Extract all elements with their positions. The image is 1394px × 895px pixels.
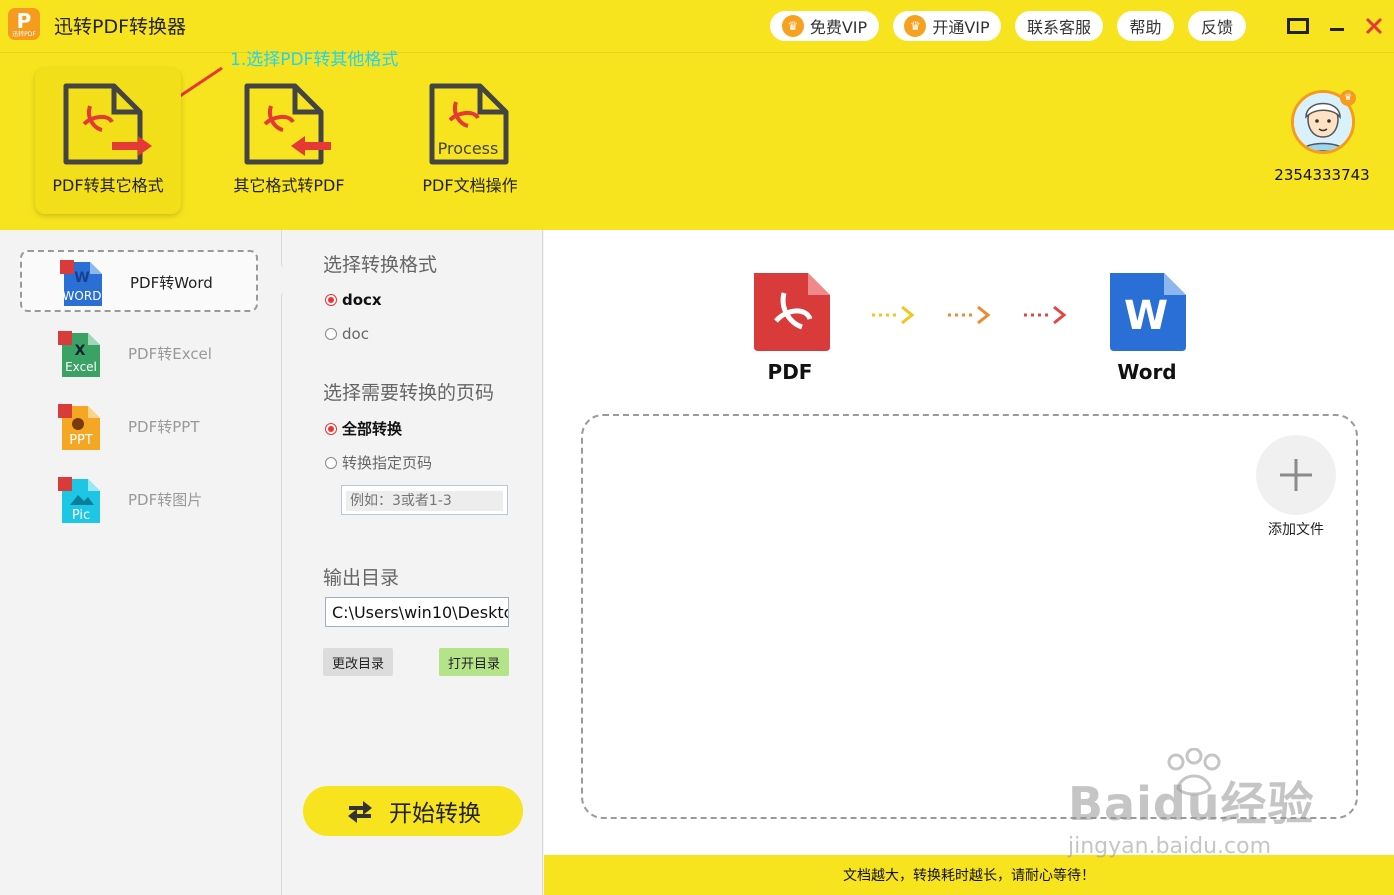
radio-label: 转换指定页码 (342, 454, 433, 472)
radio-label: doc (342, 325, 369, 343)
excel-file-icon: X Excel (58, 331, 100, 377)
radio-dot (325, 456, 337, 469)
process-icon-text: Process (438, 139, 499, 158)
pdf-file-icon (754, 273, 830, 351)
watermark-url: jingyan.baidu.com (1068, 834, 1272, 859)
output-path-field (325, 597, 509, 627)
radio-specific-pages[interactable]: 转换指定页码 (325, 452, 432, 473)
crown-icon: ♛ (904, 15, 927, 37)
crown-icon: ♛ (781, 15, 804, 37)
other-to-pdf-icon (244, 83, 331, 165)
sidebar-item-pdf-to-ppt[interactable]: PPT PDF转PPT (20, 396, 258, 458)
output-section-title: 输出目录 (323, 567, 400, 589)
tool-label: PDF转其它格式 (52, 176, 164, 195)
radio-dot (325, 294, 337, 306)
start-convert-button[interactable]: 开始转换 (303, 786, 523, 836)
sidebar-item-pdf-to-excel[interactable]: X Excel PDF转Excel (20, 323, 258, 385)
radio-doc[interactable]: doc (325, 325, 369, 343)
options-panel: 选择转换格式 docx doc 选择需要转换的页码 全部转换 转换指定页码 输出… (283, 230, 543, 895)
app-title: 迅转PDF转换器 (54, 16, 187, 38)
maximize-icon (1287, 18, 1309, 34)
start-convert-label: 开始转换 (389, 801, 481, 827)
feedback-button[interactable]: 反馈 (1188, 11, 1246, 41)
tool-label: 其它格式转PDF (233, 176, 345, 195)
tool-other-to-pdf[interactable]: 其它格式转PDF (216, 68, 362, 214)
pages-section-title: 选择需要转换的页码 (323, 382, 495, 404)
sidebar-item-label: PDF转Excel (128, 345, 212, 363)
page-range-field (341, 485, 508, 515)
change-directory-button[interactable]: 更改目录 (323, 648, 393, 676)
free-vip-button[interactable]: ♛ 免费VIP (770, 11, 879, 41)
help-button[interactable]: 帮助 (1117, 11, 1174, 41)
ppt-icon-text: PPT (69, 433, 93, 448)
ppt-file-icon: PPT (58, 404, 100, 450)
logo-caption: 迅转PDF (12, 31, 36, 38)
tool-pdf-to-other[interactable]: PDF转其它格式 (35, 68, 181, 214)
page-range-input[interactable] (346, 491, 503, 511)
title-divider (0, 52, 1394, 53)
word-icon-text: WORD (63, 289, 102, 303)
format-section-title: 选择转换格式 (323, 254, 438, 276)
arrow-right-icon (1024, 305, 1067, 325)
word-doc-icon: W (1110, 273, 1186, 351)
sidebar-item-label: PDF转PPT (128, 418, 200, 436)
word-file-icon: W WORD (60, 260, 102, 306)
open-vip-label: 开通VIP (932, 18, 990, 37)
open-directory-button[interactable]: 打开目录 (439, 648, 509, 676)
radio-label: docx (342, 291, 382, 309)
support-button[interactable]: 联系客服 (1015, 11, 1103, 41)
radio-dot (325, 422, 337, 435)
sidebar-item-label: PDF转图片 (128, 491, 203, 509)
radio-docx[interactable]: docx (325, 291, 382, 309)
target-format-label: Word (1117, 360, 1177, 384)
radio-label: 全部转换 (342, 420, 403, 438)
close-icon (1365, 17, 1383, 35)
tutorial-annotation: 1.选择PDF转其他格式 (230, 50, 399, 70)
sidebar-item-label: PDF转Word (130, 274, 213, 292)
add-file-label: 添加文件 (1268, 522, 1324, 538)
tool-pdf-operations[interactable]: Process PDF文档操作 (397, 68, 543, 214)
close-button[interactable] (1362, 14, 1386, 38)
radio-dot (325, 328, 337, 340)
open-vip-button[interactable]: ♛ 开通VIP (893, 11, 1001, 41)
arrow-right-icon (872, 305, 915, 325)
free-vip-label: 免费VIP (809, 18, 868, 37)
watermark: Baidu经验 jingyan.baidu.com (1068, 748, 1328, 868)
arrow-right-icon (948, 305, 991, 325)
watermark-text: Baidu经验 (1068, 777, 1315, 831)
maximize-button[interactable] (1286, 14, 1310, 38)
sidebar-item-pdf-to-word[interactable]: W WORD PDF转Word (20, 250, 258, 312)
pic-icon-text: Pic (72, 508, 90, 523)
minimize-button[interactable] (1325, 14, 1349, 38)
process-icon: Process (429, 83, 509, 165)
excel-icon-text: Excel (65, 360, 97, 374)
svg-text:X: X (75, 343, 86, 359)
plus-icon (1280, 459, 1312, 491)
top-bar: P 迅转PDF 迅转PDF转换器 ♛ 免费VIP ♛ 开通VIP 联系客服 帮助… (0, 0, 1394, 230)
svg-text:W: W (74, 270, 89, 286)
vip-crown-icon: ♛ (1340, 90, 1356, 106)
user-id: 2354333743 (1274, 166, 1370, 184)
output-path-input[interactable] (326, 598, 508, 626)
add-file-button[interactable] (1256, 435, 1336, 515)
source-format-label: PDF (767, 360, 813, 384)
convert-icon (348, 801, 372, 823)
format-sidebar: W WORD PDF转Word X Excel PDF转Excel PPT PD… (0, 230, 282, 895)
minimize-icon (1330, 28, 1344, 31)
radio-all-pages[interactable]: 全部转换 (325, 418, 402, 439)
tool-label: PDF文档操作 (422, 176, 518, 195)
sidebar-item-pdf-to-image[interactable]: Pic PDF转图片 (20, 469, 258, 531)
app-logo: P 迅转PDF (8, 8, 40, 40)
image-file-icon: Pic (58, 477, 100, 523)
word-doc-letter: W (1124, 293, 1168, 339)
pdf-to-other-icon (63, 83, 152, 165)
